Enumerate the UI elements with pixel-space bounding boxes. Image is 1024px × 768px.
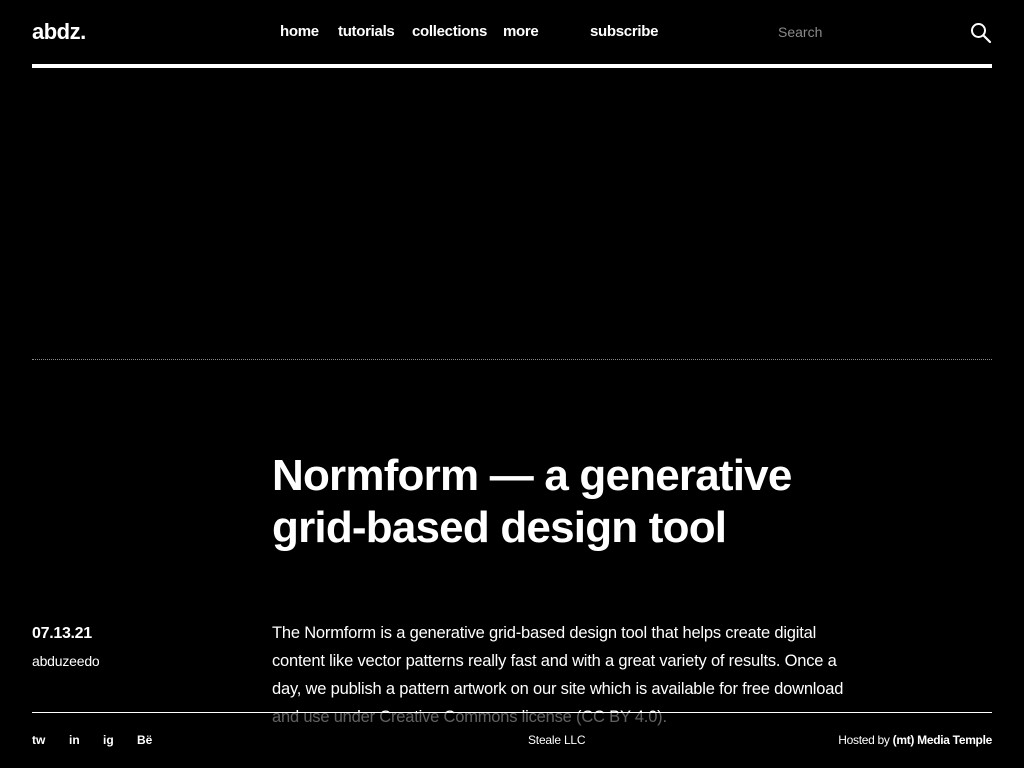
linkedin-link[interactable]: in [69,733,80,747]
footer-company: Steale LLC [528,733,586,747]
footer-hosting: Hosted by (mt) Media Temple [838,733,992,747]
instagram-link[interactable]: ig [103,733,114,747]
nav-more[interactable]: more [503,23,539,40]
site-logo[interactable]: abdz. [32,19,86,45]
article-date: 07.13.21 [32,625,92,642]
hosting-prefix: Hosted by [838,733,890,747]
hosting-provider-link[interactable]: (mt) Media Temple [893,733,993,747]
twitter-link[interactable]: tw [32,733,45,747]
search-icon[interactable] [970,22,992,44]
site-header: abdz. home tutorials collections more su… [32,0,992,68]
search-input[interactable] [770,20,966,44]
behance-link[interactable]: Bë [137,733,152,747]
nav-home[interactable]: home [280,23,319,40]
site-footer: tw in ig Bë Steale LLC Hosted by (mt) Me… [0,712,1024,768]
page: abdz. home tutorials collections more su… [0,0,1024,768]
header-divider [32,64,992,68]
article-author-link[interactable]: abduzeedo [32,653,100,669]
nav-collections[interactable]: collections [412,23,487,40]
nav-tutorials[interactable]: tutorials [338,23,395,40]
article-title: Normform — a generative grid-based desig… [272,451,792,552]
nav-subscribe[interactable]: subscribe [590,23,658,40]
footer-divider [32,712,992,713]
section-divider [32,359,992,360]
